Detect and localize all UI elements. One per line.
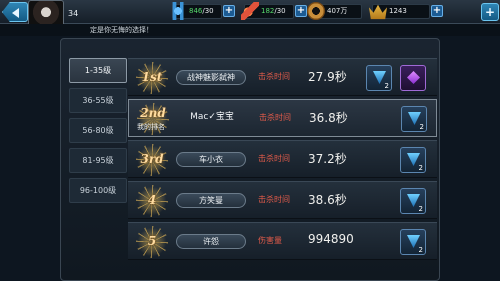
stat-label: 击杀时间 [258, 195, 290, 204]
rank-number: 4 [147, 193, 157, 207]
resource-wings: 846/30 + [169, 2, 235, 20]
gold-value: 1243 [389, 7, 407, 15]
level-tabs: 1-35级 36-55级 56-80级 81-95级 96-100级 [69, 58, 127, 208]
stat-label: 击杀时间 [258, 72, 290, 81]
rank-badge: 3rd [134, 144, 170, 176]
stat-value: 994890 [308, 232, 354, 246]
ranking-row-mine[interactable]: 2nd 我的排名 Mac✓宝宝 击杀时间 36.8秒 2 [128, 99, 437, 137]
my-rank-label: 我的排名 [137, 123, 165, 131]
coin-value: 407万 [327, 7, 348, 15]
player-name[interactable]: 战神魅影弑神 [176, 70, 246, 85]
rank-number: 2nd [140, 106, 166, 120]
reward-item[interactable]: 2 [401, 106, 427, 132]
rank-number: 1st [141, 70, 163, 84]
rank-number: 3rd [140, 152, 164, 166]
rank-badge: 4 [134, 185, 170, 217]
crown-icon [369, 4, 387, 20]
stat-value: 38.6秒 [308, 193, 347, 207]
ranking-row[interactable]: 3rd 车小衣 击杀时间 37.2秒 2 [128, 140, 437, 178]
tab-36-55[interactable]: 36-55级 [69, 88, 127, 113]
stat-label: 伤害量 [258, 236, 282, 245]
resource-coin: 407万 [307, 2, 362, 20]
stamina-value: 182 [261, 7, 275, 15]
stamina-max: /30 [274, 7, 286, 15]
tab-56-80[interactable]: 56-80级 [69, 118, 127, 143]
player-level: 34 [68, 9, 79, 18]
reward-count: 2 [419, 123, 424, 131]
ranking-row[interactable]: 4 方笑曼 击杀时间 38.6秒 2 [128, 181, 437, 219]
subtitle-text: 定是你无悔的选择！ [90, 26, 153, 34]
wings-max: /30 [202, 7, 214, 15]
stat-value: 36.8秒 [309, 111, 348, 125]
reward-count: 2 [418, 164, 423, 172]
resource-stamina: 182/30 + [241, 2, 307, 20]
reward-item[interactable] [400, 65, 426, 91]
reward-item[interactable]: 2 [400, 147, 426, 173]
wings-icon [169, 2, 187, 20]
reward-item[interactable]: 2 [366, 65, 392, 91]
purple-gem-icon [407, 71, 420, 84]
ranking-row[interactable]: 1st 战神魅影弑神 击杀时间 27.9秒 2 [128, 58, 437, 96]
add-wings-button[interactable]: + [223, 5, 235, 17]
player-name[interactable]: 车小衣 [176, 152, 246, 167]
reward-count: 2 [418, 205, 423, 213]
top-right-button[interactable]: + [481, 3, 499, 21]
resource-gold: 1243 + [369, 4, 443, 20]
stat-value: 27.9秒 [308, 70, 347, 84]
stat-label: 击杀时间 [259, 113, 291, 122]
player-name[interactable]: 许怨 [176, 234, 246, 249]
reward-item[interactable]: 2 [400, 188, 426, 214]
reward-count: 2 [418, 246, 423, 254]
wings-value: 846 [189, 7, 203, 15]
coin-icon [307, 2, 325, 20]
ranking-row[interactable]: 5 许怨 伤害量 994890 2 [128, 222, 437, 260]
ranking-list: 1st 战神魅影弑神 击杀时间 27.9秒 2 2nd 我的排名 Mac✓宝宝 … [128, 58, 437, 263]
add-gold-button[interactable]: + [431, 5, 443, 17]
player-name[interactable]: 方笑曼 [176, 193, 246, 208]
rank-badge: 1st [134, 62, 170, 94]
reward-item[interactable]: 2 [400, 229, 426, 255]
stat-label: 击杀时间 [258, 154, 290, 163]
tab-96-100[interactable]: 96-100级 [69, 178, 127, 203]
add-stamina-button[interactable]: + [295, 5, 307, 17]
rank-number: 5 [147, 234, 157, 248]
stat-value: 37.2秒 [308, 152, 347, 166]
rank-badge: 5 [134, 226, 170, 258]
tab-1-35[interactable]: 1-35级 [69, 58, 127, 83]
stamina-icon [241, 2, 259, 20]
tab-81-95[interactable]: 81-95级 [69, 148, 127, 173]
player-name[interactable]: Mac✓宝宝 [177, 111, 247, 126]
reward-count: 2 [384, 82, 389, 90]
subtitle-bar [0, 24, 500, 36]
